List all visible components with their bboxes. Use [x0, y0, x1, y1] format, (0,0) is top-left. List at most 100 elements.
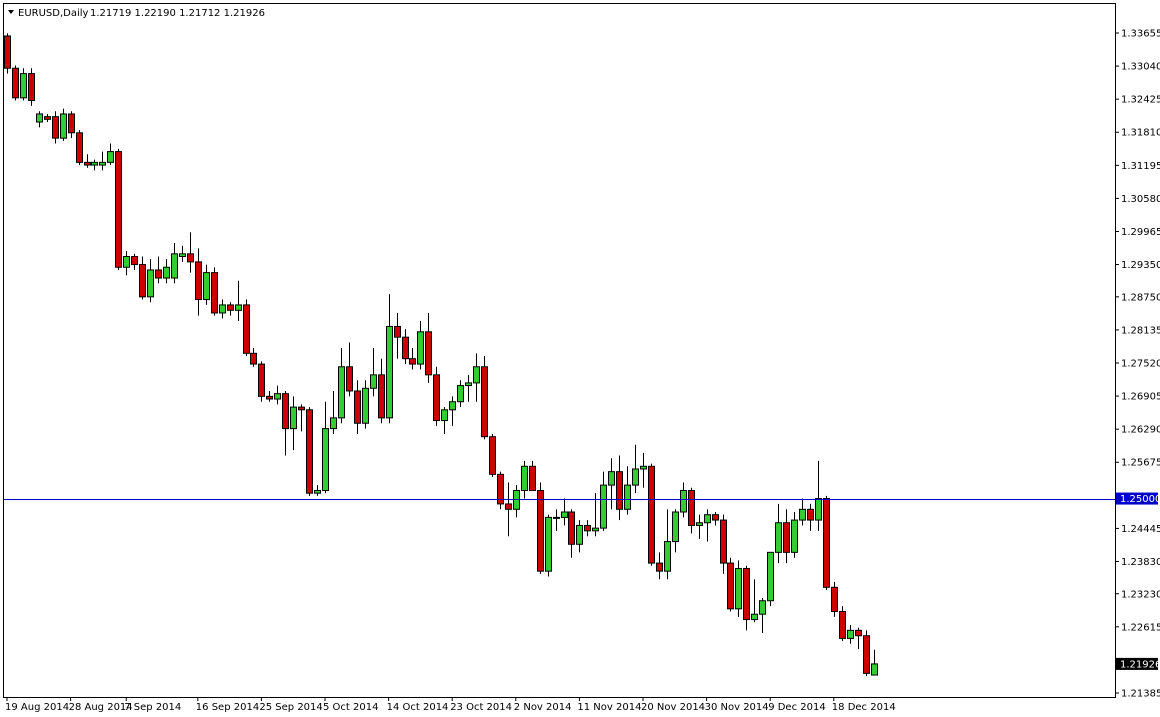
candle-body-bear — [529, 465, 536, 491]
candle — [171, 243, 178, 284]
candle — [712, 511, 719, 526]
candle — [266, 390, 273, 402]
symbol-label: EURUSD,Daily — [18, 8, 89, 19]
candle — [632, 444, 639, 494]
candle-body-bear — [855, 629, 862, 637]
current-price-tag-label: 1.21926 — [1120, 659, 1160, 670]
candle-body-bull — [235, 304, 242, 311]
candle-body-bull — [664, 541, 671, 572]
candle-body-bear — [266, 395, 273, 400]
x-tick-label: 14 Oct 2014 — [387, 702, 449, 713]
candle — [863, 630, 870, 677]
y-tick-label: 1.31195 — [1121, 161, 1160, 172]
candle-body-bull — [123, 255, 130, 268]
candle — [521, 460, 528, 499]
candle-body-bear — [807, 508, 814, 521]
candle — [91, 159, 98, 171]
y-tick-label: 1.28750 — [1121, 292, 1160, 303]
candle-body-bear — [211, 272, 218, 314]
candle — [338, 347, 345, 424]
candle-body-bear — [44, 116, 51, 120]
candle — [258, 361, 265, 402]
candle — [616, 455, 623, 521]
candle-body-bear — [568, 511, 575, 545]
candlestick-chart: EURUSD,Daily 1.21719 1.22190 1.21712 1.2… — [0, 0, 1160, 717]
candle — [489, 434, 496, 478]
candle-body-bull — [338, 366, 345, 419]
candle — [664, 509, 671, 580]
candle — [155, 256, 162, 284]
candle-body-bull — [465, 382, 472, 387]
symbol-dropdown-arrow-icon[interactable] — [8, 10, 14, 14]
candle — [60, 108, 67, 141]
candle — [195, 248, 202, 316]
y-tick-label: 1.31810 — [1121, 128, 1160, 139]
candle — [84, 154, 91, 168]
candle-body-bear — [409, 358, 416, 365]
hline-price-tag-label: 1.25000 — [1120, 494, 1160, 505]
x-tick-label: 16 Sep 2014 — [196, 702, 259, 713]
candle — [759, 598, 766, 634]
candle — [243, 299, 250, 357]
y-tick-label: 1.26905 — [1121, 392, 1160, 403]
y-tick-label: 1.21385 — [1121, 689, 1160, 700]
candle — [839, 606, 846, 642]
candle-body-bull — [203, 272, 210, 301]
candle-body-bear — [115, 151, 122, 268]
candle — [751, 579, 758, 623]
y-tick-label: 1.25675 — [1121, 458, 1160, 469]
candle-body-bear — [712, 514, 719, 521]
candle-body-bull — [545, 516, 552, 572]
chart-frame — [3, 3, 1116, 698]
candle-body-bull — [386, 325, 393, 419]
candle-body-bull — [417, 331, 424, 365]
candle — [561, 498, 568, 526]
candle — [688, 487, 695, 534]
x-tick-label: 7 Sep 2014 — [124, 702, 181, 713]
candle-body-bear — [688, 489, 695, 526]
x-tick-label: 9 Dec 2014 — [768, 702, 826, 713]
candle — [235, 280, 242, 322]
candle-body-bear — [282, 393, 289, 430]
candle-body-bear — [481, 366, 488, 438]
candle-body-bull — [20, 73, 27, 99]
candle — [823, 495, 830, 590]
x-tick-label: 20 Nov 2014 — [641, 702, 705, 713]
candle-body-bear — [139, 264, 146, 298]
candle — [600, 471, 607, 531]
candle-body-bear — [306, 409, 313, 494]
candle-body-bull — [274, 393, 281, 400]
candle-body-bull — [290, 406, 297, 430]
candle-body-bull — [704, 514, 711, 524]
candle-body-bear — [505, 503, 512, 510]
candle-body-bear — [131, 255, 138, 266]
candle-body-bear — [648, 465, 655, 564]
candle-body-bull — [147, 269, 154, 298]
candle-body-bear — [4, 35, 11, 69]
candle — [298, 404, 305, 432]
candle — [36, 111, 43, 128]
candle-body-bear — [425, 331, 432, 376]
y-tick-label: 1.24445 — [1121, 524, 1160, 535]
candle — [306, 407, 313, 496]
candle — [529, 460, 536, 491]
candle — [402, 329, 409, 365]
candle — [457, 380, 464, 408]
candle — [131, 253, 138, 270]
x-tick-label: 19 Aug 2014 — [5, 702, 69, 713]
candle — [123, 251, 130, 276]
candle-body-bear — [537, 489, 544, 572]
candle-body-bear — [243, 304, 250, 354]
y-tick-label: 1.23830 — [1121, 557, 1160, 568]
candle-body-bull — [107, 151, 114, 163]
candle — [68, 111, 75, 139]
candle — [807, 503, 814, 531]
candles — [4, 33, 878, 677]
candle-body-bull — [473, 366, 480, 384]
candle-body-bear — [433, 374, 440, 422]
candle-body-bull — [751, 613, 758, 621]
candle-body-bull — [521, 465, 528, 491]
candle — [449, 396, 456, 426]
candle-body-bear — [720, 519, 727, 564]
candle-body-bull — [163, 266, 170, 279]
